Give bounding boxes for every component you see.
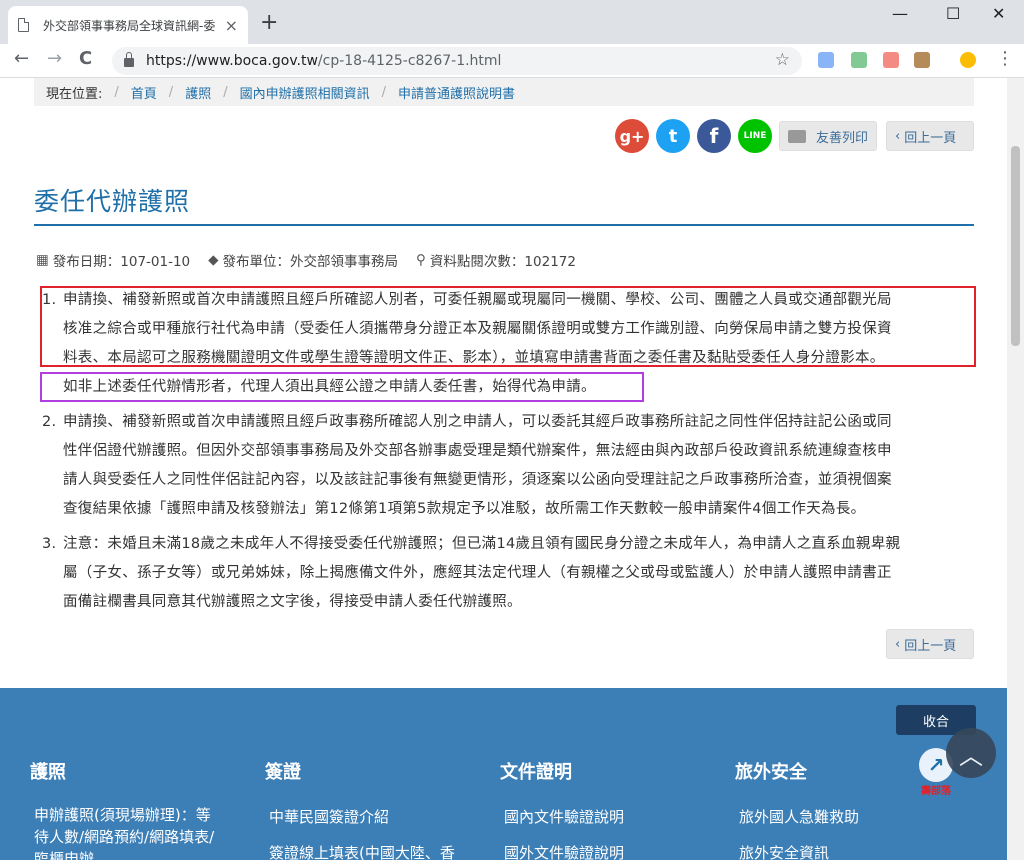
new-tab-button[interactable]: + — [260, 10, 278, 35]
browser-menu-icon[interactable]: ⋮ — [996, 48, 1014, 69]
breadcrumb-passport[interactable]: 護照 — [185, 83, 211, 102]
footer-heading-travel-safety: 旅外安全 — [735, 762, 807, 783]
maximize-icon[interactable]: ☐ — [946, 4, 960, 23]
forward-arrow-icon[interactable]: → — [47, 48, 62, 69]
breadcrumb-domestic-passport[interactable]: 國內申辦護照相關資訊 — [240, 83, 370, 102]
back-arrow-icon[interactable]: ← — [14, 48, 29, 69]
footer-link[interactable]: 中華民國簽證介紹 — [269, 806, 389, 828]
highlight-box-purple — [40, 372, 644, 402]
scrollbar-thumb[interactable] — [1011, 146, 1020, 346]
footer-heading-documents: 文件證明 — [500, 762, 572, 783]
bookmark-star-icon[interactable]: ☆ — [775, 50, 790, 70]
back-button-label: 回上一頁 — [904, 638, 957, 654]
back-button-label: 回上一頁 — [904, 130, 957, 146]
extension-icon[interactable] — [914, 52, 930, 68]
address-bar[interactable]: https://www.boca.gov.tw/cp-18-4125-c8267… — [112, 47, 802, 75]
google-plus-share-icon[interactable]: g+ — [615, 119, 649, 153]
chevron-left-icon: ‹ — [895, 128, 901, 144]
document-icon — [18, 18, 29, 32]
twitter-share-icon[interactable]: t — [656, 119, 690, 153]
footer-link[interactable]: 簽證線上填表(中國大陸、香 — [269, 842, 455, 860]
footer-heading-passport: 護照 — [30, 762, 66, 783]
extension-icon[interactable] — [883, 52, 899, 68]
profile-avatar-icon[interactable] — [960, 52, 976, 68]
extension-icon[interactable] — [851, 52, 867, 68]
extension-icon[interactable] — [818, 52, 834, 68]
printer-icon — [788, 129, 806, 143]
browser-tab[interactable]: 外交部領事事務局全球資訊網-委 × — [8, 6, 248, 44]
browser-toolbar: ← → C https://www.boca.gov.tw/cp-18-4125… — [0, 44, 1024, 78]
url-text: https://www.boca.gov.tw/cp-18-4125-c8267… — [146, 53, 502, 69]
scroll-to-top-button[interactable]: ︿ — [946, 728, 996, 778]
line-share-icon[interactable]: LINE — [738, 119, 772, 153]
window-close-icon[interactable]: ✕ — [992, 4, 1005, 23]
web-page: 現在位置: / 首頁 / 護照 / 國內申辦護照相關資訊 / 申請普通護照說明書… — [0, 78, 1007, 860]
tag-icon: ◆ — [208, 252, 219, 268]
footer-link[interactable]: 國內文件驗證說明 — [504, 806, 624, 828]
publish-date: 發布日期：107-01-10 — [52, 254, 191, 270]
breadcrumb-label: 現在位置: — [46, 86, 103, 102]
page-title: 委任代辦護照 — [34, 187, 191, 216]
breadcrumb-home[interactable]: 首頁 — [131, 83, 157, 102]
lock-icon — [124, 52, 134, 67]
back-button-bottom[interactable]: ‹ 回上一頁 — [886, 629, 974, 659]
list-item: 2. 申請換、補發新照或首次申請護照且經戶政事務所確認人別之申請人，可以委託其經… — [42, 414, 892, 517]
footer-link[interactable]: 申辦護照(須現場辦理)：等 待人數/網路預約/網路填表/ 臨櫃申辦 — [34, 804, 214, 860]
tab-close-icon[interactable]: × — [225, 16, 238, 35]
back-button[interactable]: ‹ 回上一頁 — [886, 121, 974, 151]
view-count: 資料點閱次數：102172 — [429, 254, 576, 270]
tab-title: 外交部領事事務局全球資訊網-委 — [43, 18, 216, 33]
footer-link[interactable]: 旅外國人急難救助 — [739, 806, 859, 828]
calendar-icon: ▦ — [36, 252, 49, 268]
breadcrumb-application-guide[interactable]: 申請普通護照說明書 — [398, 83, 515, 102]
breadcrumb: 現在位置: / 首頁 / 護照 / 國內申辦護照相關資訊 / 申請普通護照說明書 — [34, 78, 974, 106]
chevron-left-icon: ‹ — [895, 636, 901, 652]
footer-link[interactable]: 國外文件驗證說明 — [504, 842, 624, 860]
footer-link[interactable]: 旅外安全資訊 — [739, 842, 829, 860]
footer-heading-visa: 簽證 — [265, 762, 301, 783]
page-scrollbar[interactable] — [1007, 78, 1024, 860]
article-meta: ▦ 發布日期：107-01-10 ◆ 發布單位：外交部領事事務局 ⚲ 資料點閱次… — [36, 250, 576, 270]
facebook-share-icon[interactable]: f — [697, 119, 731, 153]
title-divider — [34, 224, 974, 226]
print-button-label: 友善列印 — [816, 130, 869, 146]
reload-icon[interactable]: C — [79, 48, 92, 69]
browser-tab-bar: 外交部領事事務局全球資訊網-委 × + — ☐ ✕ — [0, 0, 1024, 44]
publish-unit: 發布單位：外交部領事事務局 — [222, 254, 399, 270]
site-footer: 收合 護照 申辦護照(須現場辦理)：等 待人數/網路預約/網路填表/ 臨櫃申辦 … — [0, 688, 1007, 860]
minimize-icon[interactable]: — — [892, 4, 908, 23]
list-item: 3. 注意：未婚且未滿18歲之未成年人不得接受委任代辦護照；但已滿14歲且領有國… — [42, 536, 901, 610]
print-button[interactable]: 友善列印 — [779, 121, 877, 151]
search-icon: ⚲ — [416, 252, 426, 268]
highlight-box-red — [40, 286, 976, 367]
